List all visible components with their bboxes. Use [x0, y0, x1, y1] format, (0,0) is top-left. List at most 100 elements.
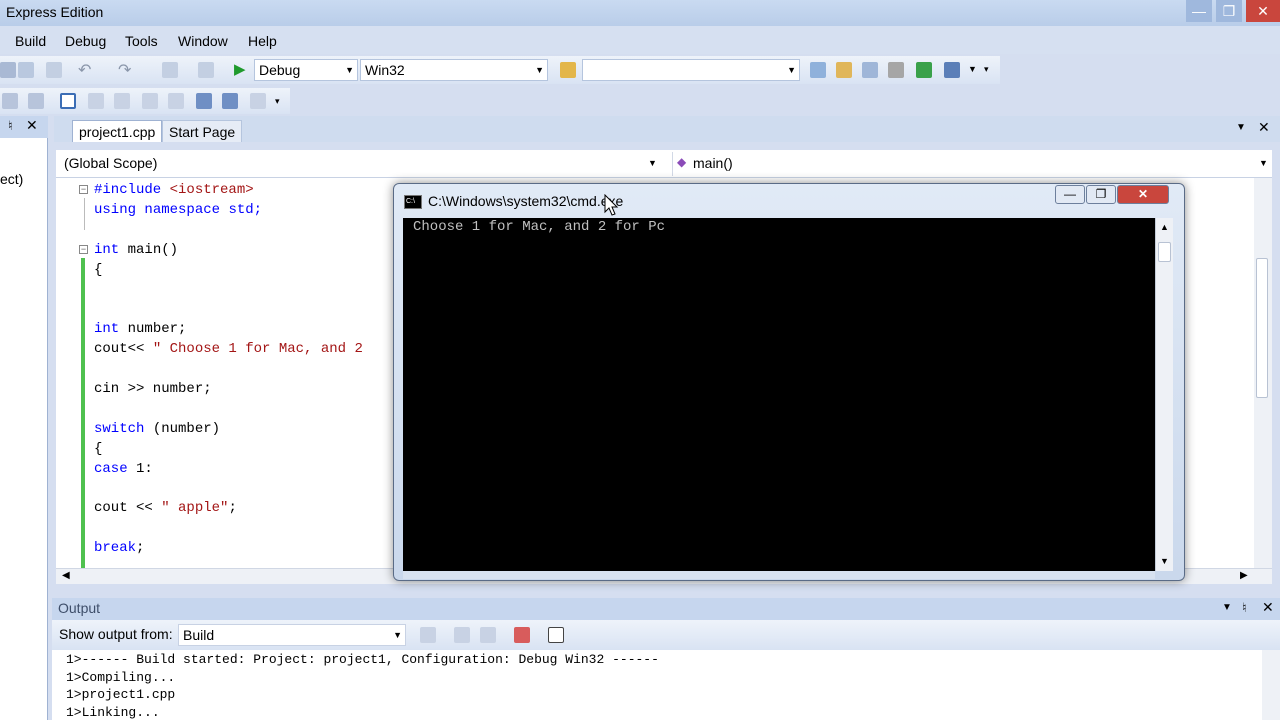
- toolbar-options-icon[interactable]: ▾: [984, 64, 989, 75]
- clear-bookmarks-icon[interactable]: [250, 93, 266, 109]
- chevron-down-icon[interactable]: ▼: [968, 64, 977, 74]
- console-title: C:\Windows\system32\cmd.exe: [428, 193, 624, 209]
- outdent-icon[interactable]: [2, 93, 18, 109]
- menu-help[interactable]: Help: [248, 33, 277, 49]
- output-title: Output: [58, 600, 101, 616]
- platform-combo[interactable]: Win32 ▼: [360, 59, 548, 81]
- scroll-right-icon[interactable]: ▶: [1240, 570, 1248, 581]
- solution-node-label[interactable]: ect): [0, 171, 23, 187]
- word-wrap-icon[interactable]: [548, 627, 564, 643]
- menu-build[interactable]: Build: [15, 33, 46, 49]
- code-line: int main(): [94, 242, 179, 258]
- member-value: main(): [693, 155, 733, 171]
- chevron-down-icon: ▼: [393, 630, 402, 640]
- bookmark-icon[interactable]: [114, 93, 130, 109]
- prev-bookmark-folder-icon[interactable]: [196, 93, 212, 109]
- outline-line: [84, 198, 85, 230]
- undo-icon[interactable]: ↶: [78, 60, 91, 80]
- chevron-down-icon: ▼: [1259, 158, 1268, 168]
- member-combo[interactable]: ◆ main() ▼: [672, 152, 1272, 176]
- scroll-thumb[interactable]: [1256, 258, 1268, 398]
- console-vertical-scrollbar[interactable]: ▲ ▼: [1155, 218, 1173, 571]
- output-line: 1>project1.cpp: [66, 687, 176, 702]
- code-line: cin >> number;: [94, 381, 212, 397]
- uncomment-icon[interactable]: [88, 93, 104, 109]
- chevron-down-icon: ▼: [648, 158, 657, 168]
- output-vertical-scrollbar[interactable]: [1262, 650, 1280, 720]
- redo-icon[interactable]: ↷: [118, 60, 131, 80]
- scroll-down-icon[interactable]: ▼: [1160, 556, 1169, 566]
- console-screen[interactable]: [403, 218, 1155, 571]
- prev-bookmark-icon[interactable]: [142, 93, 158, 109]
- paste-icon[interactable]: [46, 62, 62, 78]
- toolbar-options-icon[interactable]: ▾: [275, 96, 280, 107]
- console-horizontal-scrollbar[interactable]: [403, 571, 1155, 579]
- clear-all-icon[interactable]: [514, 627, 530, 643]
- copy-icon[interactable]: [18, 62, 34, 78]
- menu-window[interactable]: Window: [178, 33, 228, 49]
- scroll-thumb[interactable]: [1158, 242, 1171, 262]
- scroll-left-icon[interactable]: ◀: [62, 570, 70, 581]
- method-icon: ◆: [677, 155, 687, 169]
- solution-explorer-panel: [0, 116, 48, 720]
- close-icon[interactable]: ✕: [1262, 599, 1274, 616]
- close-button[interactable]: ✕: [1246, 0, 1280, 22]
- other-windows-icon[interactable]: [944, 62, 960, 78]
- minimize-button[interactable]: —: [1186, 0, 1212, 22]
- code-line: {: [94, 262, 103, 278]
- chevron-down-icon: ▼: [535, 65, 544, 75]
- find-message-icon[interactable]: [420, 627, 436, 643]
- cut-icon[interactable]: [0, 62, 16, 78]
- console-maximize-button[interactable]: ❐: [1086, 185, 1116, 204]
- properties-icon[interactable]: [862, 62, 878, 78]
- next-bookmark-folder-icon[interactable]: [222, 93, 238, 109]
- navigate-back-icon[interactable]: [162, 62, 178, 78]
- output-line: 1>Linking...: [66, 705, 160, 720]
- solution-explorer-icon[interactable]: [836, 62, 852, 78]
- collapse-icon[interactable]: −: [79, 245, 88, 254]
- navigate-forward-icon[interactable]: [198, 62, 214, 78]
- indent-icon[interactable]: [28, 93, 44, 109]
- next-message-icon[interactable]: [480, 627, 496, 643]
- chevron-down-icon[interactable]: ▼: [1222, 602, 1232, 613]
- menu-tools[interactable]: Tools: [125, 33, 158, 49]
- scope-value: (Global Scope): [64, 155, 158, 171]
- find-icon[interactable]: [810, 62, 826, 78]
- output-source-combo[interactable]: Build ▼: [178, 624, 406, 646]
- console-icon: C:\: [404, 195, 422, 209]
- find-combo[interactable]: ▼: [582, 59, 800, 81]
- maximize-button[interactable]: ❐: [1216, 0, 1242, 22]
- collapse-icon[interactable]: −: [79, 185, 88, 194]
- pin-icon[interactable]: ♮: [1242, 600, 1247, 616]
- comment-icon[interactable]: [60, 93, 76, 109]
- editor-vertical-scrollbar[interactable]: [1254, 178, 1272, 568]
- start-debugging-icon[interactable]: ▶: [234, 60, 246, 78]
- start-page-icon[interactable]: [916, 62, 932, 78]
- menu-debug[interactable]: Debug: [65, 33, 106, 49]
- find-in-files-icon[interactable]: [560, 62, 576, 78]
- console-close-button[interactable]: ✕: [1117, 185, 1169, 204]
- window-title: Express Edition: [6, 4, 104, 20]
- scope-combo[interactable]: (Global Scope) ▼: [58, 152, 664, 176]
- changed-lines-marker: [81, 258, 85, 568]
- code-line: #include <iostream>: [94, 182, 254, 198]
- tab-project1-cpp[interactable]: project1.cpp: [72, 120, 163, 142]
- code-line: using namespace std;: [94, 202, 263, 218]
- chevron-down-icon[interactable]: ▼: [1236, 122, 1246, 133]
- close-icon[interactable]: ✕: [26, 117, 38, 134]
- output-source-value: Build: [183, 627, 215, 643]
- toolbox-icon[interactable]: [888, 62, 904, 78]
- output-panel-header: Output ▼ ♮ ✕: [52, 598, 1280, 620]
- next-bookmark-icon[interactable]: [168, 93, 184, 109]
- code-line: {: [94, 441, 103, 457]
- pin-icon[interactable]: ♮: [8, 118, 13, 134]
- code-line: int number;: [94, 321, 187, 337]
- close-icon[interactable]: ✕: [1258, 119, 1270, 136]
- tab-start-page[interactable]: Start Page: [162, 120, 243, 142]
- chevron-down-icon: ▼: [345, 65, 354, 75]
- scroll-up-icon[interactable]: ▲: [1160, 222, 1169, 232]
- console-minimize-button[interactable]: —: [1055, 185, 1085, 204]
- solution-config-value: Debug: [259, 62, 301, 78]
- prev-message-icon[interactable]: [454, 627, 470, 643]
- solution-config-combo[interactable]: Debug ▼: [254, 59, 358, 81]
